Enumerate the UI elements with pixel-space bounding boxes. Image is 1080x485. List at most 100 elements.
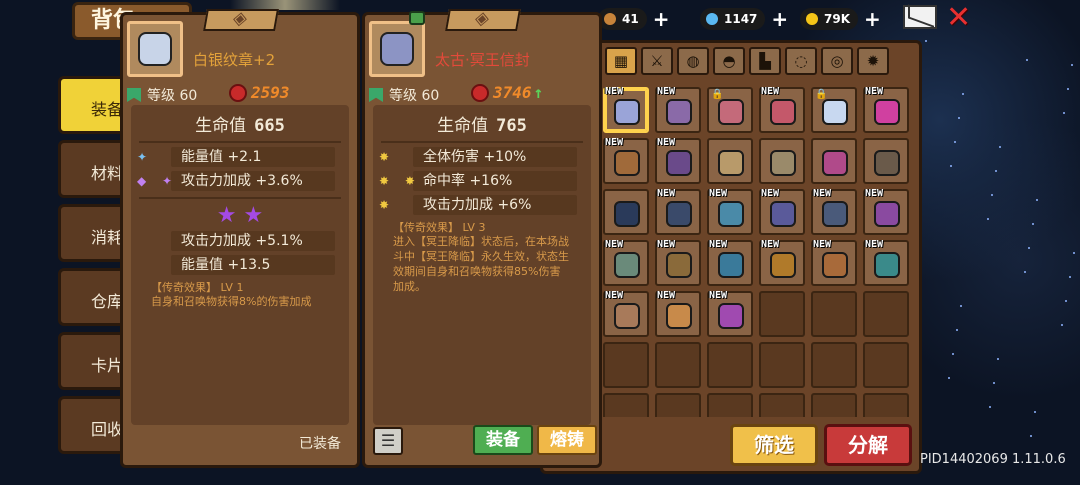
settings-gear-icon[interactable]: ✹	[857, 47, 889, 75]
gold-coin-icon	[806, 13, 818, 25]
equipment-item-icon	[718, 252, 744, 278]
background-star	[950, 165, 952, 167]
inventory-item-slot[interactable]: NEW	[603, 137, 649, 184]
close-icon[interactable]: ✕	[946, 0, 971, 35]
inventory-item-slot[interactable]: NEW	[759, 87, 805, 133]
weapon-icon[interactable]: ⚔	[641, 47, 673, 75]
equipment-item-icon	[718, 99, 744, 125]
new-badge: NEW	[657, 137, 676, 148]
arrow-up-icon: ↑	[533, 83, 544, 102]
new-badge: NEW	[605, 239, 624, 250]
background-star	[1030, 435, 1032, 437]
inventory-item-slot[interactable]: NEW	[759, 239, 805, 286]
hp-value: 765	[496, 116, 527, 136]
level-icon	[127, 88, 141, 102]
inventory-item-slot[interactable]: NEW	[603, 290, 649, 337]
background-star	[948, 377, 950, 379]
background-star	[1032, 223, 1034, 225]
equipment-item-icon	[614, 99, 640, 125]
background-star	[1067, 88, 1069, 90]
item-power: 3746	[493, 83, 532, 102]
menu-list-icon[interactable]: ☰	[373, 427, 403, 455]
inventory-item-slot[interactable]: NEW	[759, 188, 805, 235]
decompose-button[interactable]: 分解	[824, 424, 912, 466]
lock-icon: 🔒	[711, 89, 724, 100]
inventory-item-slot[interactable]: NEW	[655, 188, 701, 235]
equipment-item-icon	[874, 252, 900, 278]
background-star	[1071, 64, 1073, 66]
empty-slot	[759, 393, 805, 417]
background-star	[999, 146, 1001, 148]
lock-icon: 🔒	[815, 89, 828, 100]
stat-row: ✸ ✸ 命中率 +16%	[379, 171, 577, 191]
inventory-item-slot[interactable]: NEW	[863, 188, 909, 235]
power-icon	[471, 83, 489, 102]
inventory-item-slot[interactable]: NEW	[863, 239, 909, 286]
new-badge: NEW	[761, 87, 780, 97]
currency-ticket: 41 +	[598, 7, 669, 31]
card-emblem	[203, 9, 279, 31]
inventory-item-slot[interactable]: NEW	[655, 87, 701, 133]
forge-button[interactable]: 熔铸	[537, 425, 597, 455]
helmet-icon[interactable]: ◓	[713, 47, 745, 75]
inventory-item-slot[interactable]: 🔒	[811, 87, 857, 133]
item-name: 白银纹章+2	[193, 51, 276, 69]
stat-row: 攻击力加成 +5.1%	[171, 231, 335, 251]
inventory-item-slot[interactable]: NEW	[811, 239, 857, 286]
stat-row: ◆ ✦ 攻击力加成 +3.6%	[137, 171, 335, 191]
empty-slot	[811, 291, 857, 337]
lock-icon[interactable]	[409, 11, 425, 25]
equipment-item-icon	[822, 252, 848, 278]
background-star	[925, 40, 927, 42]
inventory-item-slot[interactable]: NEW	[707, 188, 753, 235]
hp-label: 生命值	[195, 116, 247, 136]
inventory-item-slot[interactable]: 🔒	[707, 87, 753, 133]
inventory-item-slot[interactable]: NEW	[655, 239, 701, 286]
new-badge: NEW	[657, 188, 676, 199]
equip-button[interactable]: 装备	[473, 425, 533, 455]
inventory-item-slot[interactable]: NEW	[863, 87, 909, 133]
item-level: 等级 60	[147, 88, 198, 104]
item-name: 太古·冥王信封	[435, 51, 530, 69]
version-label: PID14402069 1.11.0.6	[920, 452, 1066, 467]
inventory-item-slot[interactable]: NEW	[707, 239, 753, 286]
armor-icon[interactable]: ◍	[677, 47, 709, 75]
empty-slot	[863, 393, 909, 417]
add-gold-button[interactable]: +	[864, 7, 881, 31]
add-ticket-button[interactable]: +	[653, 7, 670, 31]
star-icon: ✸	[379, 150, 396, 164]
inventory-item-slot[interactable]: NEW	[603, 87, 649, 133]
ring-icon[interactable]: ◌	[785, 47, 817, 75]
equipment-item-icon	[874, 150, 900, 176]
equipment-item-icon	[770, 252, 796, 278]
gem-slots: ★ ★	[216, 203, 264, 228]
inventory-item-slot[interactable]	[707, 138, 753, 184]
new-badge: NEW	[709, 290, 728, 301]
background-star	[1028, 247, 1030, 249]
filter-button[interactable]: 筛选	[730, 424, 818, 466]
equipped-status: 已装备	[299, 436, 341, 452]
amulet-icon[interactable]: ◎	[821, 47, 853, 75]
inventory-item-slot[interactable]: NEW	[655, 137, 701, 184]
new-badge: NEW	[761, 239, 780, 250]
inventory-item-slot[interactable]	[759, 138, 805, 184]
inventory-item-slot[interactable]	[603, 189, 649, 235]
mail-icon[interactable]	[903, 5, 937, 29]
inventory-item-slot[interactable]: NEW	[655, 290, 701, 337]
boots-icon[interactable]: ▙	[749, 47, 781, 75]
equipment-item-icon	[770, 99, 796, 125]
add-diamond-button[interactable]: +	[771, 7, 788, 31]
inventory-item-slot[interactable]	[811, 138, 857, 184]
inventory-item-slot[interactable]	[863, 138, 909, 184]
new-badge: NEW	[605, 137, 624, 148]
inventory-item-slot[interactable]: NEW	[707, 290, 753, 337]
new-badge: NEW	[605, 290, 624, 301]
new-badge: NEW	[657, 87, 676, 97]
stat-row: 能量值 +13.5	[171, 255, 335, 275]
all-grid-icon[interactable]: ▦	[605, 47, 637, 75]
background-star	[960, 305, 962, 307]
stat-row: ✦ 能量值 +2.1	[137, 147, 335, 167]
inventory-item-slot[interactable]: NEW	[811, 188, 857, 235]
inventory-item-slot[interactable]: NEW	[603, 239, 649, 286]
empty-slot	[759, 342, 805, 388]
